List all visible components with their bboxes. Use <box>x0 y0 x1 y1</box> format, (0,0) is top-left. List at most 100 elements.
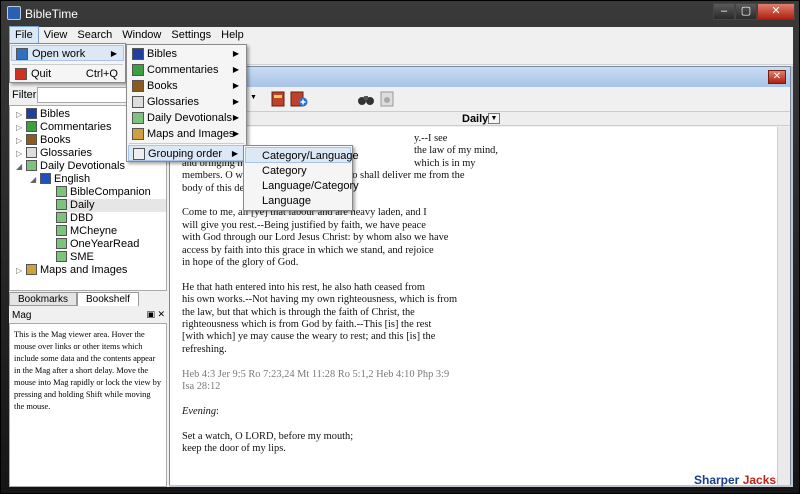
devotional-module-icon <box>56 212 67 223</box>
reading-scrollbar[interactable] <box>777 127 790 485</box>
submenu-arrow-icon: ▶ <box>110 49 117 58</box>
book-icon <box>132 80 144 92</box>
tree-item-daily-devotionals[interactable]: Daily Devotionals <box>26 160 125 173</box>
submenu-arrow-icon: ▶ <box>231 149 238 158</box>
menu-item-language-category[interactable]: Language/Category <box>245 178 359 194</box>
tree-item-oneyearread[interactable]: OneYearRead <box>56 238 139 251</box>
document-toolbar: ▼ <box>170 87 790 111</box>
reading-paragraph-2: Come to me, all [ye] that labour and are… <box>182 207 449 269</box>
history-dropdown-icon[interactable]: ▼ <box>250 94 257 101</box>
close-window-button[interactable]: ✕ <box>757 3 795 20</box>
menu-item-open-work[interactable]: Open work ▶ <box>11 45 124 61</box>
app-window: BibleTime – ▢ ✕ File View Search Window … <box>0 0 800 494</box>
tree-item-daily[interactable]: Daily <box>56 199 166 212</box>
window-title: BibleTime <box>25 7 78 21</box>
maximize-button[interactable]: ▢ <box>735 3 757 20</box>
reading-paragraph-3: He that hath entered into his rest, he a… <box>182 281 458 355</box>
menu-bar: File View Search Window Settings Help <box>9 26 793 44</box>
close-document-button[interactable]: ✕ <box>768 70 786 84</box>
commentary-icon <box>132 64 144 76</box>
scripture-references[interactable]: Heb 4:3 Jer 9:5 Ro 7:23,24 Mt 11:28 Ro 5… <box>182 369 772 394</box>
submenu-arrow-icon: ▶ <box>232 97 239 106</box>
document-title-bar[interactable]: ✕ <box>170 67 790 87</box>
expand-commentaries-icon[interactable]: ▷ <box>16 123 22 132</box>
menu-view[interactable]: View <box>39 27 73 43</box>
bibletime-app-icon <box>7 6 21 20</box>
display-options-icon[interactable] <box>270 90 288 108</box>
menu-item-bibles[interactable]: Bibles ▶ <box>128 46 245 62</box>
add-work-icon[interactable] <box>290 90 308 108</box>
mdi-area: ✕ ▼ Daily ▼ and bringing members. O shal… <box>169 66 793 487</box>
menu-item-category[interactable]: Category <box>245 163 351 179</box>
tree-item-glossaries[interactable]: Glossaries <box>26 147 92 160</box>
tree-item-mcheyne[interactable]: MCheyne <box>56 225 117 238</box>
menu-separator <box>12 64 123 65</box>
left-panel-tabs: Bookmarks Bookshelf <box>9 292 167 306</box>
tree-item-dbd[interactable]: DBD <box>56 212 93 225</box>
module-chooser-dropdown[interactable]: ▼ <box>488 113 500 124</box>
tree-item-commentaries[interactable]: Commentaries <box>26 121 112 134</box>
devotional-module-icon <box>56 251 67 262</box>
submenu-arrow-icon: ▶ <box>232 129 239 138</box>
menu-file[interactable]: File <box>9 26 39 44</box>
map-icon <box>132 128 144 140</box>
menu-item-category-language[interactable]: Category/Language <box>245 147 359 163</box>
devotional-icon <box>132 112 144 124</box>
menu-item-glossaries[interactable]: Glossaries ▶ <box>128 94 245 110</box>
glossary-icon <box>26 147 37 158</box>
devotional-module-icon <box>56 238 67 249</box>
tree-item-sme[interactable]: SME <box>56 251 94 264</box>
mag-header: Mag ▣ ✕ <box>9 309 167 323</box>
module-header: Daily ▼ <box>170 111 790 126</box>
menu-window[interactable]: Window <box>117 27 166 43</box>
tree-item-bibles[interactable]: Bibles <box>26 108 70 121</box>
menu-item-commentaries[interactable]: Commentaries ▶ <box>128 62 245 78</box>
mag-viewer: This is the Mag viewer area. Hover the m… <box>9 323 167 487</box>
menu-item-quit[interactable]: Quit Ctrl+Q <box>11 66 124 82</box>
submenu-arrow-icon: ▶ <box>232 113 239 122</box>
devotional-icon <box>26 160 37 171</box>
tree-item-books[interactable]: Books <box>26 134 71 147</box>
tab-bookmarks[interactable]: Bookmarks <box>9 292 78 306</box>
evening-heading: Evening: <box>182 405 219 417</box>
expand-books-icon[interactable]: ▷ <box>16 136 22 145</box>
print-icon[interactable] <box>378 90 396 108</box>
tree-item-maps-and-images[interactable]: Maps and Images <box>26 264 127 277</box>
menu-search[interactable]: Search <box>72 27 117 43</box>
mag-title: Mag <box>12 310 32 321</box>
file-menu: Open work ▶ Quit Ctrl+Q <box>9 43 126 83</box>
grouping-order-submenu: Category/Language Category Language/Cate… <box>243 145 359 211</box>
collapse-devotionals-icon[interactable]: ◢ <box>16 162 22 171</box>
mag-dock-controls[interactable]: ▣ ✕ <box>146 309 165 320</box>
menu-settings[interactable]: Settings <box>166 27 216 43</box>
menu-separator <box>129 143 244 144</box>
quit-icon <box>15 68 27 80</box>
menu-help[interactable]: Help <box>216 27 249 43</box>
open-work-icon <box>16 48 28 60</box>
grouping-icon <box>133 148 145 160</box>
flag-icon <box>40 173 51 184</box>
devotional-window: ✕ ▼ Daily ▼ and bringing members. O shal… <box>169 66 791 485</box>
minimize-button[interactable]: – <box>713 3 735 20</box>
expand-bibles-icon[interactable]: ▷ <box>16 110 22 119</box>
expand-maps-icon[interactable]: ▷ <box>16 266 22 275</box>
submenu-arrow-icon: ▶ <box>232 49 239 58</box>
tree-item-biblecompanion[interactable]: BibleCompanion <box>56 186 151 199</box>
menu-item-daily-devotionals[interactable]: Daily Devotionals ▶ <box>128 110 245 126</box>
devotional-module-icon <box>56 225 67 236</box>
collapse-english-icon[interactable]: ◢ <box>30 175 36 184</box>
bible-icon <box>26 108 37 119</box>
map-icon <box>26 264 37 275</box>
glossary-icon <box>132 96 144 108</box>
open-work-submenu: Bibles ▶ Commentaries ▶ Books ▶ Glossaries ▶… <box>126 44 247 162</box>
tree-item-english[interactable]: English <box>40 173 90 186</box>
menu-item-language[interactable]: Language <box>245 193 351 209</box>
menu-item-maps-and-images[interactable]: Maps and Images ▶ <box>128 126 245 142</box>
menu-item-books[interactable]: Books ▶ <box>128 78 245 94</box>
menu-item-grouping-order[interactable]: Grouping order ▶ <box>128 145 245 161</box>
title-bar[interactable]: BibleTime – ▢ ✕ <box>1 1 800 27</box>
submenu-arrow-icon: ▶ <box>232 65 239 74</box>
expand-glossaries-icon[interactable]: ▷ <box>16 149 22 158</box>
binoculars-search-icon[interactable] <box>357 90 375 108</box>
tab-bookshelf[interactable]: Bookshelf <box>77 292 139 306</box>
